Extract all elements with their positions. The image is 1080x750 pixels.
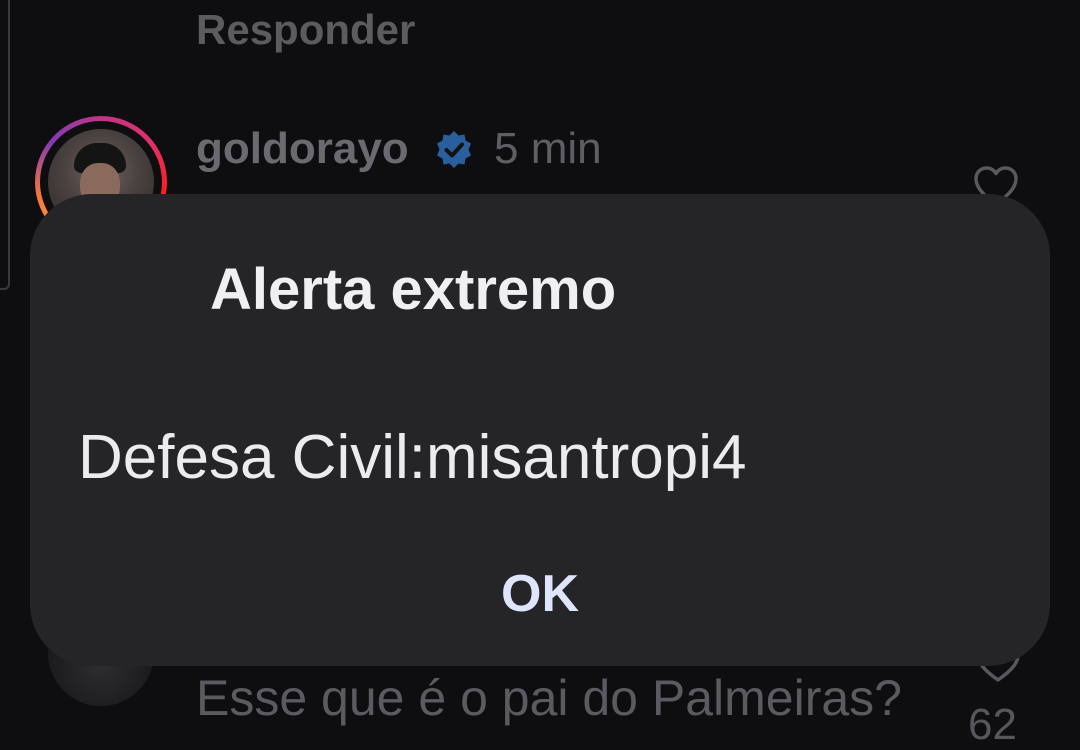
alert-dialog: Alerta extremo Defesa Civil:misantropi4 … xyxy=(30,194,1050,666)
screen: Responder goldorayo 5 min Esse que é o p… xyxy=(0,0,1080,750)
like-count: 62 xyxy=(968,700,1017,749)
comment-username[interactable]: goldorayo xyxy=(196,124,409,174)
alert-title: Alerta extremo xyxy=(210,257,617,322)
verified-badge-icon xyxy=(437,131,471,168)
comment-time: 5 min xyxy=(494,124,602,173)
reply-button[interactable]: Responder xyxy=(196,6,415,54)
reply-thread-line xyxy=(0,0,10,290)
alert-message: Defesa Civil:misantropi4 xyxy=(78,423,747,492)
next-comment-text: Esse que é o pai do Palmeiras? xyxy=(196,670,902,726)
ok-button[interactable]: OK xyxy=(440,554,640,634)
